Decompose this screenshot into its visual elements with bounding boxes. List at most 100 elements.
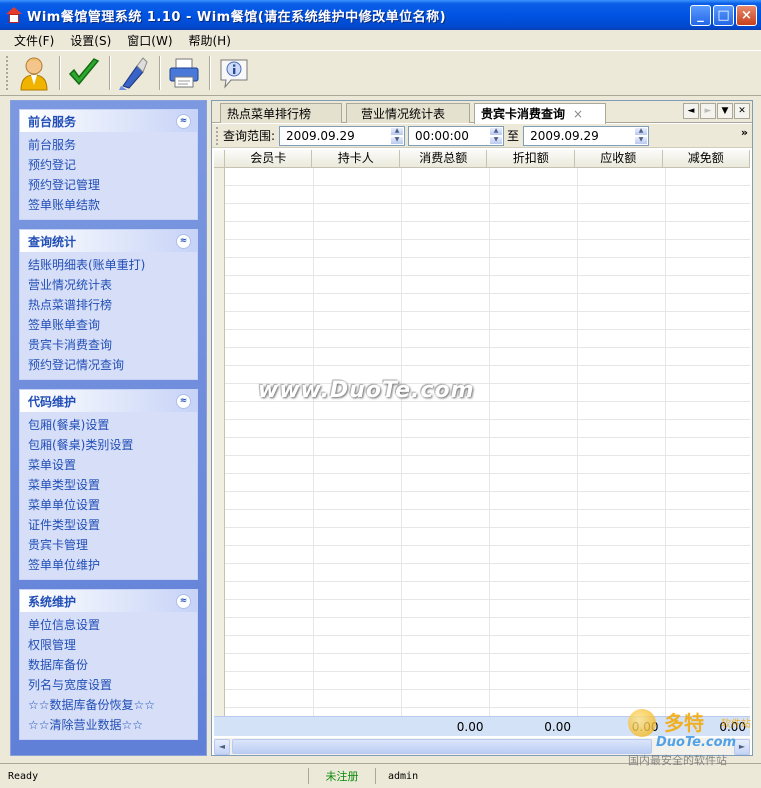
- tab-close-all-icon[interactable]: ✕: [734, 103, 750, 119]
- tab-label: 营业情况统计表: [361, 107, 446, 121]
- menu-window[interactable]: 窗口(W): [119, 32, 180, 49]
- start-date-picker[interactable]: 2009.09.29 ▲ ▼: [279, 125, 406, 146]
- collapse-chevron-icon[interactable]: ≈: [176, 393, 191, 409]
- grid-line: [401, 168, 402, 716]
- group-title: 前台服务: [28, 114, 77, 129]
- sidebar-item-db-backup[interactable]: 数据库备份: [28, 655, 197, 675]
- tab-close-icon[interactable]: ×: [573, 107, 583, 121]
- tab-business-stats[interactable]: 营业情况统计表: [346, 103, 470, 123]
- column-header-total-spend[interactable]: 消费总额: [400, 150, 488, 167]
- collapse-chevron-icon[interactable]: ≈: [176, 233, 191, 249]
- sidebar-item-reservation-manage[interactable]: 预约登记管理: [28, 175, 197, 195]
- sidebar-item-room-category[interactable]: 包厢(餐桌)类别设置: [28, 435, 197, 455]
- tab-scroll-left-icon[interactable]: ◄: [683, 103, 699, 119]
- close-button[interactable]: ×: [736, 5, 757, 26]
- menu-settings[interactable]: 设置(S): [62, 32, 119, 49]
- tab-list-dropdown-icon[interactable]: ▼: [717, 103, 733, 119]
- column-header-card-holder[interactable]: 持卡人: [312, 150, 400, 167]
- spin-down-icon[interactable]: ▼: [634, 135, 649, 145]
- window-title: Wim餐馆管理系统 1.10 - Wim餐馆(请在系统维护中修改单位名称): [27, 9, 447, 25]
- minimize-button[interactable]: _: [690, 5, 711, 26]
- maximize-button[interactable]: □: [713, 5, 734, 26]
- app-house-icon: [6, 7, 22, 23]
- spin-up-icon[interactable]: ▲: [390, 126, 405, 136]
- summary-card-holder: [312, 717, 400, 736]
- sidebar-item-checkout-detail[interactable]: 结账明细表(账单重打): [28, 255, 197, 275]
- about-button[interactable]: [215, 54, 253, 92]
- start-time-picker[interactable]: 00:00:00 ▲ ▼: [408, 125, 505, 146]
- sidebar-item-room-setup[interactable]: 包厢(餐桌)设置: [28, 415, 197, 435]
- group-header[interactable]: 前台服务 ≈: [20, 110, 197, 132]
- end-date-value: 2009.09.29: [530, 128, 599, 143]
- status-user: admin: [388, 770, 419, 782]
- sidebar-item-permissions[interactable]: 权限管理: [28, 635, 197, 655]
- group-header[interactable]: 代码维护 ≈: [20, 390, 197, 412]
- sidebar-item-credit-settlement[interactable]: 签单账单结款: [28, 195, 197, 215]
- group-front-service: 前台服务 ≈ 前台服务 预约登记 预约登记管理 签单账单结款: [19, 109, 198, 220]
- group-title: 系统维护: [28, 594, 77, 609]
- start-date-value: 2009.09.29: [286, 128, 355, 143]
- sidebar-item-vip-card[interactable]: 贵宾卡管理: [28, 535, 197, 555]
- sidebar-item-menu-type[interactable]: 菜单类型设置: [28, 475, 197, 495]
- scroll-left-icon[interactable]: ◄: [214, 738, 230, 755]
- collapse-chevron-icon[interactable]: ≈: [176, 593, 191, 609]
- column-header-member-card[interactable]: 会员卡: [225, 150, 313, 167]
- front-service-button[interactable]: [15, 54, 53, 92]
- end-date-picker[interactable]: 2009.09.29 ▲ ▼: [523, 125, 650, 146]
- tab-hot-dishes[interactable]: 热点菜单排行榜: [220, 103, 342, 123]
- toolbar-overflow-icon[interactable]: »: [741, 126, 748, 139]
- sidebar-item-id-type[interactable]: 证件类型设置: [28, 515, 197, 535]
- sidebar-item-vip-consumption[interactable]: 贵宾卡消费查询: [28, 335, 197, 355]
- sidebar-item-clear-data[interactable]: ☆☆清除营业数据☆☆: [28, 715, 197, 735]
- column-header-receivable[interactable]: 应收额: [575, 150, 663, 167]
- grid-line: [665, 168, 666, 716]
- sidebar-item-credit-query[interactable]: 签单账单查询: [28, 315, 197, 335]
- sidebar-item-db-restore[interactable]: ☆☆数据库备份恢复☆☆: [28, 695, 197, 715]
- sidebar-item-unit-info[interactable]: 单位信息设置: [28, 615, 197, 635]
- spin-up-icon[interactable]: ▲: [634, 126, 649, 136]
- sidebar-item-credit-unit[interactable]: 签单单位维护: [28, 555, 197, 575]
- logo-circle-icon: [628, 709, 656, 737]
- sidebar-item-menu-setup[interactable]: 菜单设置: [28, 455, 197, 475]
- spin-down-icon[interactable]: ▼: [390, 135, 405, 145]
- broom-icon: [119, 57, 148, 90]
- menu-help[interactable]: 帮助(H): [181, 32, 239, 49]
- query-to-label: 至: [507, 129, 520, 143]
- column-header-waived[interactable]: 减免额: [663, 150, 750, 167]
- sidebar-item-reservation-query[interactable]: 预约登记情况查询: [28, 355, 197, 375]
- summary-member-card: [225, 717, 313, 736]
- toolbar-separator: [59, 56, 61, 90]
- checkout-button[interactable]: [65, 54, 103, 92]
- sidebar-item-column-width[interactable]: 列名与宽度设置: [28, 675, 197, 695]
- sidebar-item-reservation[interactable]: 预约登记: [28, 155, 197, 175]
- sidebar-item-menu-unit[interactable]: 菜单单位设置: [28, 495, 197, 515]
- status-registration: 未注册: [308, 768, 376, 784]
- spin-down-icon[interactable]: ▼: [489, 135, 504, 145]
- row-header-corner: [214, 150, 225, 167]
- tab-scroll-right-icon[interactable]: ►: [700, 103, 716, 119]
- query-grip[interactable]: [216, 126, 219, 145]
- print-button[interactable]: [165, 54, 203, 92]
- data-grid[interactable]: 会员卡 持卡人 消费总额 折扣额 应收额 减免额 0.00 0.00 0.00 …: [214, 150, 750, 738]
- tab-vip-consumption[interactable]: 贵宾卡消费查询 ×: [474, 103, 606, 124]
- group-query-stats: 查询统计 ≈ 结账明细表(账单重打) 营业情况统计表 热点菜谱排行榜 签单账单查…: [19, 229, 198, 380]
- query-range-label: 查询范围:: [223, 129, 276, 143]
- spin-up-icon[interactable]: ▲: [489, 126, 504, 136]
- scroll-thumb[interactable]: [232, 739, 652, 754]
- title-bar[interactable]: Wim餐馆管理系统 1.10 - Wim餐馆(请在系统维护中修改单位名称) _ …: [0, 0, 761, 30]
- grid-header: 会员卡 持卡人 消费总额 折扣额 应收额 减免额: [214, 150, 750, 168]
- tab-strip: 热点菜单排行榜 营业情况统计表 贵宾卡消费查询 × ◄ ► ▼ ✕: [212, 101, 752, 124]
- clean-button[interactable]: [115, 54, 153, 92]
- sidebar-item-hot-dishes[interactable]: 热点菜谱排行榜: [28, 295, 197, 315]
- collapse-chevron-icon[interactable]: ≈: [176, 113, 191, 129]
- toolbar-grip[interactable]: [6, 56, 9, 90]
- column-header-discount[interactable]: 折扣额: [487, 150, 575, 167]
- menu-file[interactable]: 文件(F): [6, 32, 62, 49]
- logo-big-text: 多特: [664, 711, 704, 735]
- sidebar-item-business-stats[interactable]: 营业情况统计表: [28, 275, 197, 295]
- sidebar-item-front-service[interactable]: 前台服务: [28, 135, 197, 155]
- summary-discount: 0.00: [544, 720, 571, 734]
- group-header[interactable]: 系统维护 ≈: [20, 590, 197, 612]
- group-header[interactable]: 查询统计 ≈: [20, 230, 197, 252]
- grid-body[interactable]: [214, 168, 750, 716]
